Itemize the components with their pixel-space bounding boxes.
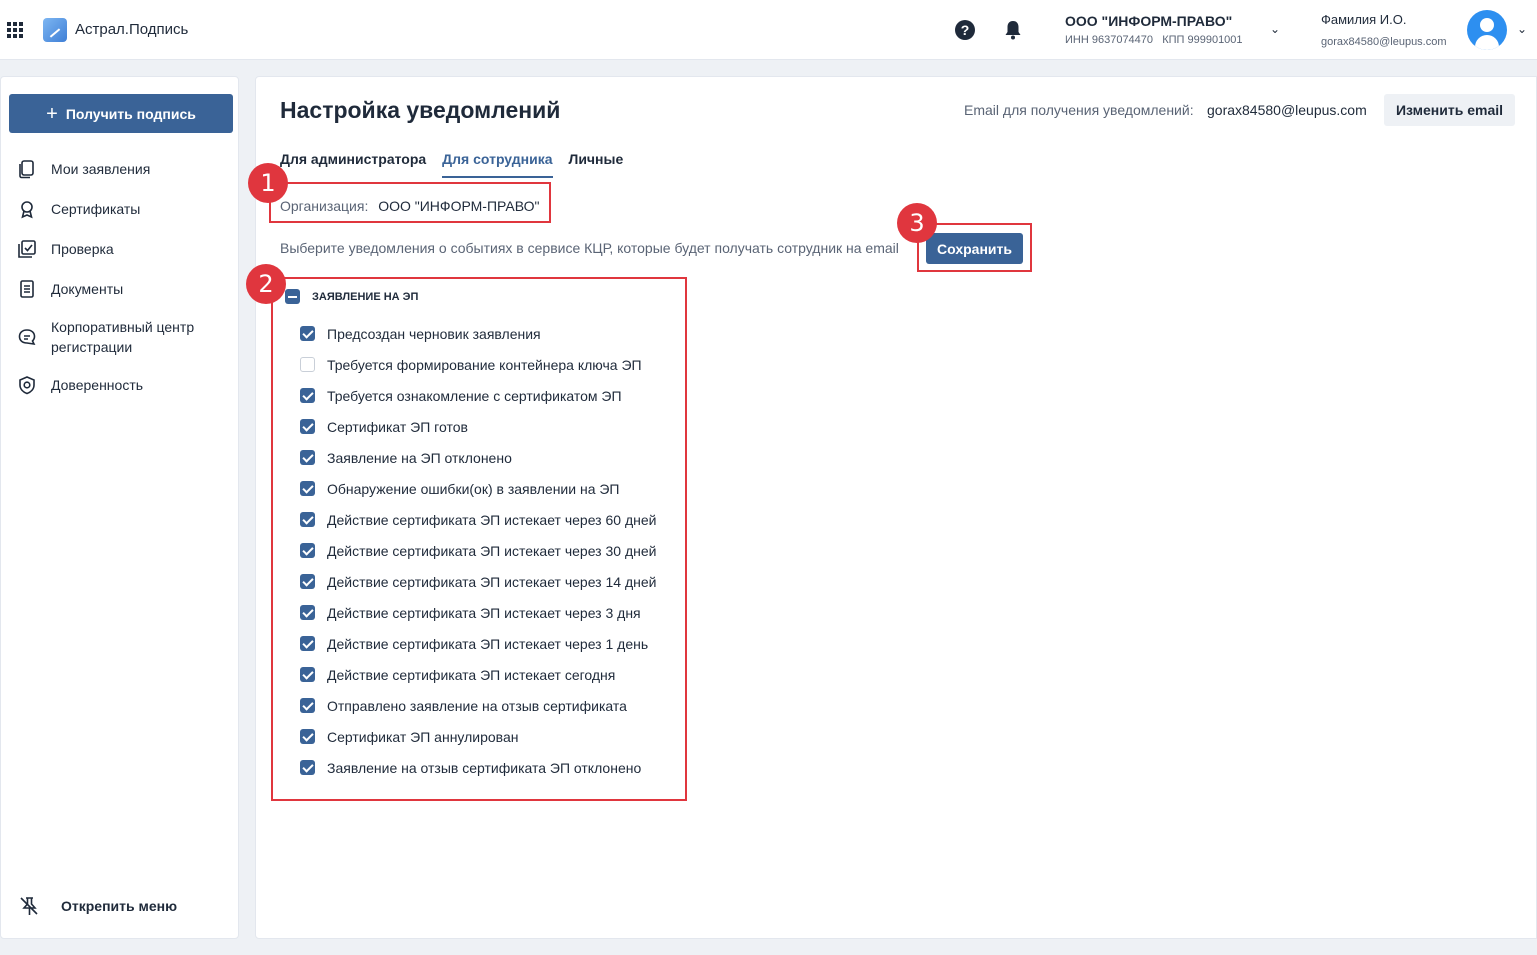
main-panel: Настройка уведомлений Email для получени… <box>246 76 1537 939</box>
org-requisites: ИНН 9637074470 КПП 999901001 <box>1065 34 1243 46</box>
annotation-badge-1: 1 <box>248 163 288 203</box>
annotation-frame-2 <box>271 277 687 801</box>
sidebar-item-power-of-attorney[interactable]: Доверенность <box>17 375 232 395</box>
plus-icon: + <box>46 102 58 125</box>
help-icon[interactable]: ? <box>955 20 975 40</box>
documents-icon <box>19 160 34 179</box>
app-title[interactable]: Астрал.Подпись <box>75 21 188 38</box>
user-email: gorax84580@leupus.com <box>1321 36 1447 48</box>
shield-icon <box>19 376 35 395</box>
sidebar-item-check[interactable]: Проверка <box>17 239 232 259</box>
sidebar-item-label: Документы <box>51 281 124 297</box>
sidebar-item-label: Мои заявления <box>51 161 151 177</box>
annotation-badge-2: 2 <box>246 264 286 304</box>
sidebar-item-my-applications[interactable]: Мои заявления <box>17 159 232 179</box>
unpin-icon <box>20 897 38 915</box>
get-signature-label: Получить подпись <box>65 105 196 122</box>
tab-employee[interactable]: Для сотрудника <box>442 151 553 178</box>
apps-grid-icon[interactable] <box>7 22 23 38</box>
top-bar: Астрал.Подпись ? ООО "ИНФОРМ-ПРАВО" ИНН … <box>0 0 1537 60</box>
sidebar-item-label: Сертификаты <box>51 201 141 217</box>
org-name[interactable]: ООО "ИНФОРМ-ПРАВО" <box>1065 13 1232 29</box>
email-label: Email для получения уведомлений: <box>964 102 1194 118</box>
tabs: Для администратора Для сотрудника Личные <box>280 151 623 178</box>
annotation-frame-1 <box>269 182 551 223</box>
org-kpp: КПП 999901001 <box>1162 34 1243 46</box>
tab-admin[interactable]: Для администратора <box>280 151 426 178</box>
chevron-down-icon[interactable]: ⌄ <box>1270 22 1280 36</box>
sidebar-item-corporate-center[interactable]: Корпоративный центр регистрации <box>17 317 232 357</box>
sidebar-item-documents[interactable]: Документы <box>17 279 232 299</box>
chat-icon <box>18 329 36 346</box>
sidebar-item-label: Проверка <box>51 241 114 257</box>
certificate-icon <box>21 201 33 219</box>
email-value: gorax84580@leupus.com <box>1207 102 1367 118</box>
user-name[interactable]: Фамилия И.О. <box>1321 12 1407 27</box>
get-signature-button[interactable]: + Получить подпись <box>9 94 233 133</box>
chevron-down-icon[interactable]: ⌄ <box>1517 22 1527 36</box>
annotation-badge-3: 3 <box>897 203 937 243</box>
sidebar-item-certificates[interactable]: Сертификаты <box>17 199 232 219</box>
app-logo <box>43 18 67 42</box>
change-email-button[interactable]: Изменить email <box>1384 94 1515 126</box>
page-title: Настройка уведомлений <box>280 97 561 123</box>
avatar-icon[interactable] <box>1467 10 1507 50</box>
sidebar-item-label: Корпоративный центр регистрации <box>51 319 195 355</box>
org-inn: ИНН 9637074470 <box>1065 34 1154 46</box>
bell-icon[interactable] <box>1004 20 1022 40</box>
sidebar-item-label: Доверенность <box>51 377 144 393</box>
document-icon <box>20 280 34 298</box>
tab-personal[interactable]: Личные <box>569 151 624 178</box>
sidebar: + Получить подпись Мои заявления Сертифи… <box>0 76 239 939</box>
unpin-menu-label: Открепить меню <box>61 898 178 914</box>
unpin-menu-button[interactable]: Открепить меню <box>19 896 177 916</box>
check-icon <box>18 240 36 258</box>
description-text: Выберите уведомления о событиях в сервис… <box>280 240 899 256</box>
